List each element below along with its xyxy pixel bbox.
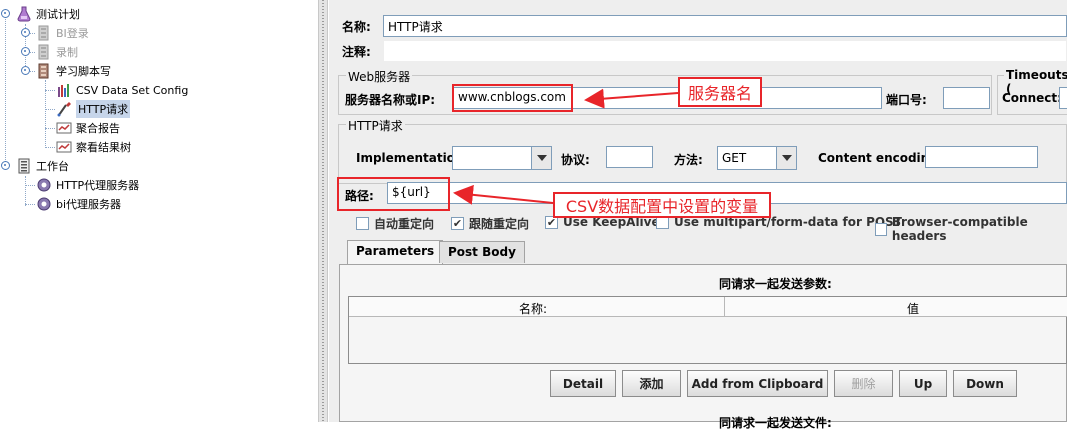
path-arrow: [453, 184, 554, 205]
server-arrow: [584, 88, 679, 109]
annotation-arrows: [453, 88, 679, 205]
